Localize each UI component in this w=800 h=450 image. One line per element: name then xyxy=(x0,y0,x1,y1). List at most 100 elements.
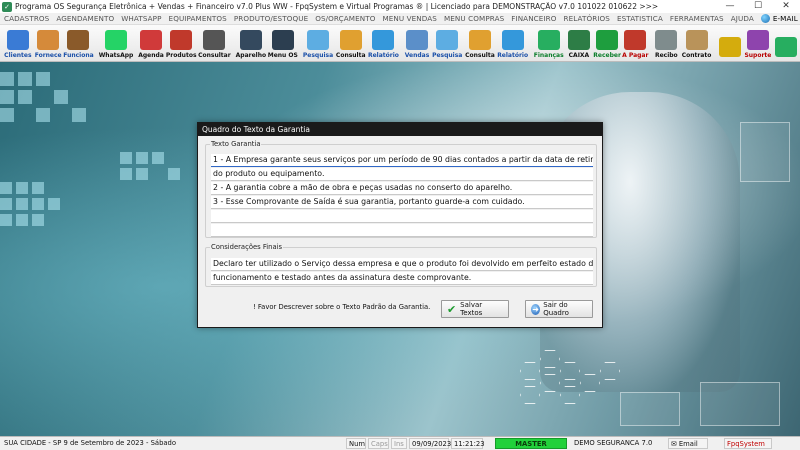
decor-square xyxy=(136,168,148,180)
toolbar-button-aparelho[interactable]: Aparelho xyxy=(235,25,267,61)
toolbar-button-coins[interactable] xyxy=(717,25,744,61)
toolbar-button-menu-os[interactable]: Menu OS xyxy=(268,25,298,61)
exit-dialog-label: Sair do Quadro xyxy=(543,301,569,317)
status-bar: SUA CIDADE - SP 9 de Setembro de 2023 - … xyxy=(0,436,800,450)
exit-dialog-button[interactable]: ➜ Sair do Quadro xyxy=(525,300,593,318)
decor-square xyxy=(48,198,60,210)
final-line-input[interactable]: funcionamento e testado antes da assinat… xyxy=(211,272,593,285)
warranty-group-label: Texto Garantia xyxy=(210,140,262,148)
toolbar-button-exit-door[interactable] xyxy=(772,25,799,61)
menu-item-os-or-amento[interactable]: OS/ORÇAMENTO xyxy=(315,14,375,23)
decor-square xyxy=(36,108,50,122)
menu-item-cadastros[interactable]: CADASTROS xyxy=(4,14,49,23)
toolbar-button-label: Aparelho xyxy=(235,52,267,59)
window-controls: — ☐ ✕ xyxy=(716,0,800,13)
menu-item-email[interactable]: E-MAIL xyxy=(760,14,798,23)
cash-register-icon xyxy=(567,30,590,50)
toolbar-button-pesquisa[interactable]: Pesquisa xyxy=(302,25,334,61)
warranty-line-input[interactable] xyxy=(211,224,593,237)
toolbar-button-finan-as[interactable]: Finanças xyxy=(533,25,565,61)
supplier-icon xyxy=(37,30,60,50)
final-considerations-group: Considerações Finais Declaro ter utiliza… xyxy=(205,243,597,287)
menu-item-whatsapp[interactable]: WHATSAPP xyxy=(121,14,161,23)
toolbar-button-consultar[interactable]: Consultar xyxy=(198,25,231,61)
menu-item-menu-compras[interactable]: MENU COMPRAS xyxy=(444,14,504,23)
decor-square xyxy=(152,152,164,164)
decor-square xyxy=(0,108,14,122)
menu-item-relat-rios[interactable]: RELATÓRIOS xyxy=(564,14,610,23)
toolbar-button-relat-rio[interactable]: Relatório xyxy=(368,25,400,61)
support-icon xyxy=(746,30,769,50)
status-insert: Ins xyxy=(391,438,407,449)
warranty-line-input[interactable]: do produto ou equipamento. xyxy=(211,168,593,181)
folder-icon xyxy=(468,30,491,50)
decor-square xyxy=(168,168,180,180)
toolbar-button-label: Finanças xyxy=(533,52,564,59)
window-title: Programa OS Segurança Eletrônica + Venda… xyxy=(15,2,659,11)
toolbar-button-fornece[interactable]: Fornece xyxy=(35,25,62,61)
final-group-label: Considerações Finais xyxy=(210,243,284,251)
toolbar-button-clientes[interactable]: Clientes xyxy=(2,25,34,61)
toolbar-button-label: Clientes xyxy=(4,52,32,59)
decor-square xyxy=(18,90,32,104)
technician-icon xyxy=(271,30,294,50)
decor-square xyxy=(16,214,28,226)
menu-item-ferramentas[interactable]: FERRAMENTAS xyxy=(670,14,724,23)
toolbar-button-consulta[interactable]: Consulta xyxy=(335,25,367,61)
toolbar: Clientes Fornece Funciona WhatsApp Agenda Pro… xyxy=(0,25,800,62)
monitor-icon xyxy=(406,30,428,50)
menu-item-equipamentos[interactable]: EQUIPAMENTOS xyxy=(169,14,227,23)
toolbar-button-recibo[interactable]: Recibo xyxy=(653,25,680,61)
check-icon: ✔ xyxy=(447,302,457,316)
decor-square xyxy=(16,182,28,194)
toolbar-button-label: Relatório xyxy=(367,52,399,59)
warranty-line-input[interactable]: 1 - A Empresa garante seus serviços por … xyxy=(211,154,593,167)
toolbar-button-label: Contrato xyxy=(681,52,712,59)
final-line-input[interactable]: Declaro ter utilizado o Serviço dessa em… xyxy=(211,258,593,271)
toolbar-button-whatsapp[interactable]: WhatsApp xyxy=(99,25,133,61)
warranty-line-input[interactable]: 3 - Esse Comprovante de Saída é sua gara… xyxy=(211,196,593,209)
warranty-line-input[interactable]: 2 - A garantia cobre a mão de obra e peç… xyxy=(211,182,593,195)
toolbar-button-label: Relatório xyxy=(497,52,529,59)
whatsapp-icon xyxy=(105,30,127,50)
toolbar-button-label: Pesquisa xyxy=(302,52,334,59)
toolbar-button-pesquisa[interactable]: Pesquisa xyxy=(431,25,463,61)
report-icon xyxy=(372,30,395,50)
menu-item-financeiro[interactable]: FINANCEIRO xyxy=(511,14,556,23)
folder-icon xyxy=(339,30,362,50)
status-brand: FpqSystem xyxy=(724,438,772,449)
save-texts-label: Salvar Textos xyxy=(460,301,483,317)
status-time: 11:21:23 xyxy=(451,438,485,449)
menu-item-menu-vendas[interactable]: MENU VENDAS xyxy=(382,14,437,23)
toolbar-button-receber[interactable]: Receber xyxy=(593,25,621,61)
decor-square xyxy=(0,214,12,226)
status-caps-lock: Caps xyxy=(368,438,389,449)
warranty-line-input[interactable] xyxy=(211,210,593,223)
exit-door-icon xyxy=(774,37,797,57)
toolbar-button-vendas[interactable]: Vendas xyxy=(404,25,431,61)
close-icon[interactable]: ✕ xyxy=(772,0,800,13)
toolbar-button-suporte[interactable]: Suporte xyxy=(744,25,771,61)
maximize-icon[interactable]: ☐ xyxy=(744,0,772,13)
toolbar-button-agenda[interactable]: Agenda xyxy=(138,25,165,61)
status-version: DEMO SEGURANCA 7.0 xyxy=(574,439,653,447)
menu-item-estatistica[interactable]: ESTATISTICA xyxy=(617,14,663,23)
dollar-red-icon xyxy=(624,30,647,50)
toolbar-button-funciona[interactable]: Funciona xyxy=(63,25,95,61)
toolbar-button-contrato[interactable]: Contrato xyxy=(681,25,713,61)
toolbar-button-produtos[interactable]: Produtos xyxy=(165,25,197,61)
toolbar-button-relat-rio[interactable]: Relatório xyxy=(497,25,529,61)
toolbar-button-label: Pesquisa xyxy=(432,52,463,59)
menu-item-produto-estoque[interactable]: PRODUTO/ESTOQUE xyxy=(234,14,308,23)
toolbar-button-a-pagar[interactable]: A Pagar xyxy=(622,25,649,61)
toolbar-button-consulta[interactable]: Consulta xyxy=(464,25,496,61)
app-icon: ✓ xyxy=(2,1,12,12)
menu-item-ajuda[interactable]: AJUDA xyxy=(731,14,754,23)
minimize-icon[interactable]: — xyxy=(716,0,744,13)
toolbar-button-caixa[interactable]: CAIXA xyxy=(566,25,593,61)
save-texts-button[interactable]: ✔ Salvar Textos xyxy=(441,300,509,318)
dialog-title: Quadro do Texto da Garantia xyxy=(198,123,602,136)
toolbar-button-label: Fornece xyxy=(34,52,62,59)
status-email[interactable]: ✉ Email xyxy=(668,438,708,449)
menu-item-agendamento[interactable]: AGENDAMENTO xyxy=(56,14,114,23)
